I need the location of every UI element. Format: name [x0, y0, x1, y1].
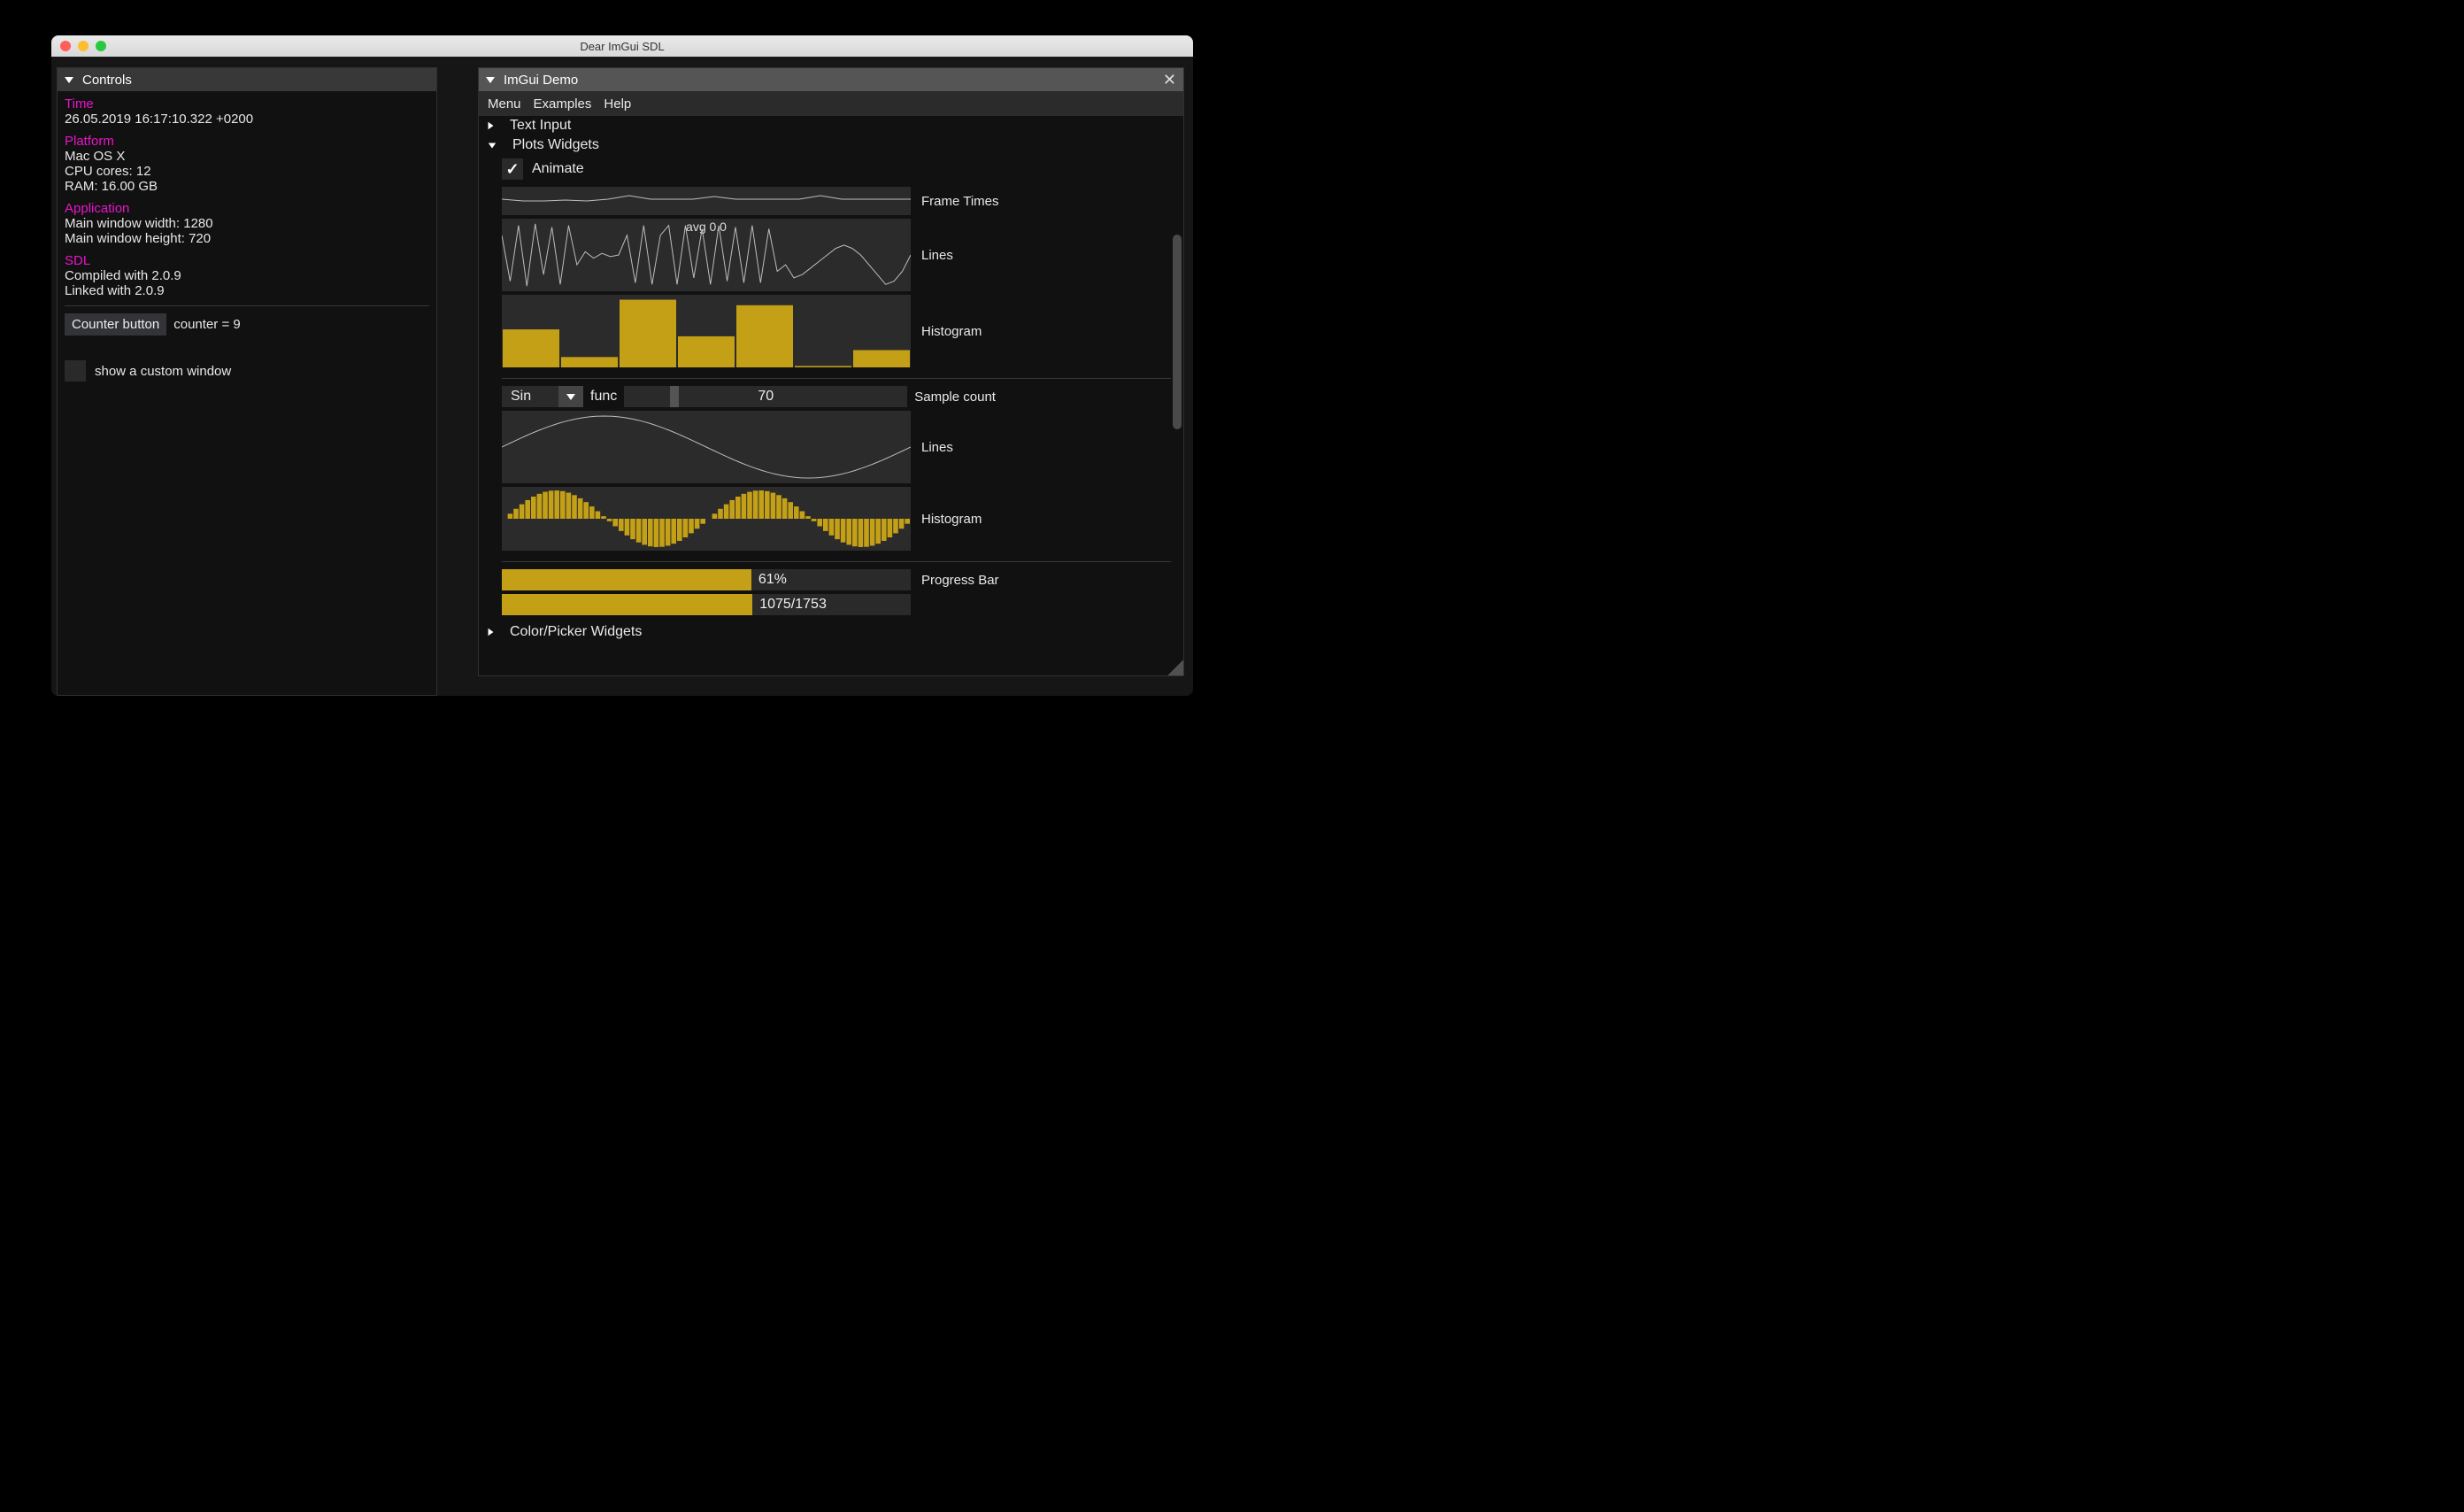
- custom-window-label: show a custom window: [95, 364, 231, 379]
- sdl-linked: Linked with 2.0.9: [65, 283, 429, 298]
- progress-pct: 61%: [758, 572, 787, 588]
- expand-icon: [489, 629, 494, 636]
- window-width: Main window width: 1280: [65, 216, 429, 231]
- workspace: Controls Time 26.05.2019 16:17:10.322 +0…: [51, 57, 1193, 696]
- text-input-node[interactable]: Text Input: [479, 116, 1183, 135]
- resize-grip[interactable]: [1167, 660, 1183, 675]
- plots-widgets-node[interactable]: Plots Widgets: [479, 135, 1183, 155]
- sdl-label: SDL: [65, 253, 429, 268]
- time-value: 26.05.2019 16:17:10.322 +0200: [65, 112, 429, 127]
- menu-help[interactable]: Help: [604, 96, 631, 112]
- expand-icon: [489, 122, 494, 130]
- separator: [502, 561, 1171, 562]
- demo-menubar: Menu Examples Help: [479, 91, 1183, 116]
- close-icon[interactable]: ✕: [1163, 71, 1176, 89]
- ram: RAM: 16.00 GB: [65, 179, 429, 194]
- progress-fill: [502, 594, 752, 615]
- chevron-down-icon: [558, 386, 583, 407]
- demo-body: Text Input Plots Widgets Animate: [479, 116, 1183, 675]
- histogram-label: Histogram: [921, 324, 982, 339]
- controls-body: Time 26.05.2019 16:17:10.322 +0200 Platf…: [58, 91, 436, 387]
- time-label: Time: [65, 96, 429, 112]
- color-picker-node[interactable]: Color/Picker Widgets: [479, 622, 1183, 642]
- collapse-icon: [489, 143, 497, 148]
- os-window: Dear ImGui SDL Controls Time 26.05.2019 …: [51, 35, 1193, 696]
- os-window-title: Dear ImGui SDL: [580, 40, 664, 53]
- histogram-plot: [502, 295, 911, 367]
- sdl-compiled: Compiled with 2.0.9: [65, 268, 429, 283]
- progress-bar: 61%: [502, 569, 911, 590]
- lines-label: Lines: [921, 248, 953, 263]
- demo-window: ImGui Demo ✕ Menu Examples Help Text Inp…: [478, 67, 1184, 676]
- minimize-button[interactable]: [78, 41, 89, 51]
- scrollbar[interactable]: [1173, 235, 1182, 429]
- sample-count-value: 70: [758, 389, 774, 405]
- menu-examples[interactable]: Examples: [534, 96, 592, 112]
- platform-label: Platform: [65, 134, 429, 149]
- progress-bar-ratio: 1075/1753: [502, 594, 911, 615]
- slider-handle[interactable]: [670, 386, 679, 407]
- text-input-label: Text Input: [510, 118, 571, 134]
- sin-histogram-label: Histogram: [921, 512, 982, 527]
- collapse-icon[interactable]: [65, 77, 73, 83]
- lines-plot: avg 0.0: [502, 219, 911, 291]
- sin-histogram-plot: [502, 487, 911, 551]
- func-value: Sin: [502, 389, 558, 405]
- progress-fill: [502, 569, 751, 590]
- custom-window-checkbox[interactable]: [65, 360, 86, 382]
- frame-times-label: Frame Times: [921, 194, 999, 209]
- controls-titlebar[interactable]: Controls: [58, 68, 436, 91]
- os-titlebar[interactable]: Dear ImGui SDL: [51, 35, 1193, 57]
- collapse-icon[interactable]: [486, 77, 495, 83]
- lines-avg-text: avg 0.0: [686, 220, 727, 234]
- func-combo[interactable]: Sin: [502, 386, 583, 407]
- separator: [65, 305, 429, 306]
- demo-titlebar[interactable]: ImGui Demo ✕: [479, 68, 1183, 91]
- progress-label: Progress Bar: [921, 573, 999, 588]
- counter-value: counter = 9: [173, 317, 240, 332]
- platform-os: Mac OS X: [65, 149, 429, 164]
- maximize-button[interactable]: [96, 41, 106, 51]
- traffic-lights: [51, 41, 106, 51]
- animate-checkbox[interactable]: [502, 158, 523, 180]
- sin-lines-label: Lines: [921, 440, 953, 455]
- func-label: func: [590, 389, 617, 405]
- sample-count-slider[interactable]: 70: [624, 386, 907, 407]
- demo-title: ImGui Demo: [504, 73, 578, 88]
- progress-ratio: 1075/1753: [759, 597, 827, 613]
- sample-count-label: Sample count: [914, 390, 996, 405]
- application-label: Application: [65, 201, 429, 216]
- controls-window: Controls Time 26.05.2019 16:17:10.322 +0…: [57, 67, 437, 696]
- separator: [502, 378, 1171, 379]
- plots-widgets-label: Plots Widgets: [512, 137, 599, 153]
- controls-title: Controls: [82, 73, 132, 88]
- cpu-cores: CPU cores: 12: [65, 164, 429, 179]
- counter-button[interactable]: Counter button: [65, 313, 166, 336]
- window-height: Main window height: 720: [65, 231, 429, 246]
- close-button[interactable]: [60, 41, 71, 51]
- animate-label: Animate: [532, 161, 584, 177]
- sin-lines-plot: [502, 411, 911, 483]
- frame-times-plot: [502, 187, 911, 215]
- menu-menu[interactable]: Menu: [488, 96, 521, 112]
- color-picker-label: Color/Picker Widgets: [510, 624, 642, 640]
